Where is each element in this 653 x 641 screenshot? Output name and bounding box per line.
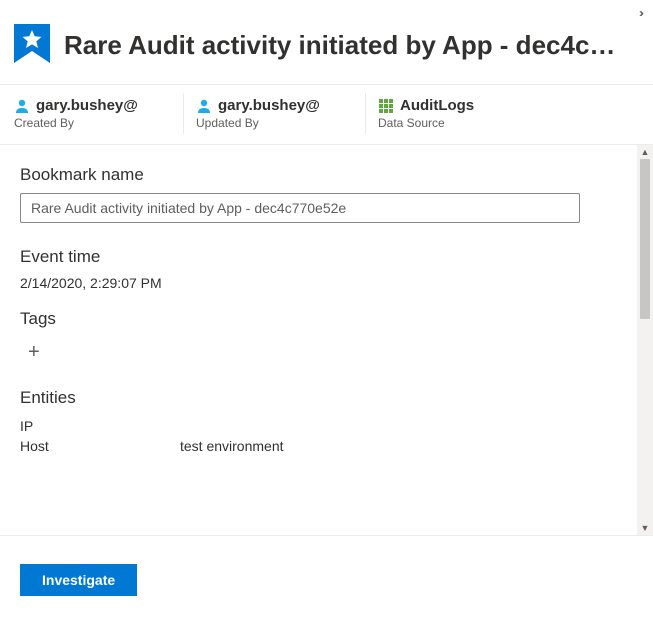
bookmark-icon xyxy=(14,24,50,66)
investigate-button[interactable]: Investigate xyxy=(20,564,137,596)
content-area: Bookmark name Event time 2/14/2020, 2:29… xyxy=(0,145,637,535)
entity-row: Host test environment xyxy=(20,436,617,456)
scroll-down-icon[interactable]: ▼ xyxy=(637,521,653,535)
entity-key: Host xyxy=(20,438,180,454)
meta-row: gary.bushey@ Created By gary.bushey@ Upd… xyxy=(0,85,653,145)
person-icon xyxy=(196,98,212,114)
data-source-cell: AuditLogs Data Source xyxy=(378,93,548,134)
updated-by-value: gary.bushey@ xyxy=(218,97,320,114)
created-by-label: Created By xyxy=(14,116,171,130)
created-by-value: gary.bushey@ xyxy=(36,97,138,114)
bookmark-name-label: Bookmark name xyxy=(20,165,617,185)
updated-by-cell: gary.bushey@ Updated By xyxy=(196,93,366,134)
data-source-value: AuditLogs xyxy=(400,97,474,114)
created-by-cell: gary.bushey@ Created By xyxy=(14,93,184,134)
tags-label: Tags xyxy=(20,309,617,329)
page-title: Rare Audit activity initiated by App - d… xyxy=(64,30,615,61)
expand-icon[interactable]: ›› xyxy=(639,6,641,20)
footer: Investigate xyxy=(0,535,653,624)
scrollbar[interactable]: ▲ ▼ xyxy=(637,145,653,535)
person-icon xyxy=(14,98,30,114)
updated-by-label: Updated By xyxy=(196,116,353,130)
entities-label: Entities xyxy=(20,388,617,408)
data-source-label: Data Source xyxy=(378,116,536,130)
panel-header: Rare Audit activity initiated by App - d… xyxy=(0,20,653,85)
event-time-value: 2/14/2020, 2:29:07 PM xyxy=(20,275,617,291)
scroll-thumb[interactable] xyxy=(640,159,650,319)
event-time-label: Event time xyxy=(20,247,617,267)
entity-key: IP xyxy=(20,418,180,434)
entities-table: IP Host test environment xyxy=(20,416,617,456)
entity-row: IP xyxy=(20,416,617,436)
add-tag-button[interactable]: + xyxy=(20,337,40,364)
grid-icon xyxy=(378,98,394,114)
bookmark-name-input[interactable] xyxy=(20,193,580,223)
entity-value: test environment xyxy=(180,438,284,454)
scroll-up-icon[interactable]: ▲ xyxy=(637,145,653,159)
